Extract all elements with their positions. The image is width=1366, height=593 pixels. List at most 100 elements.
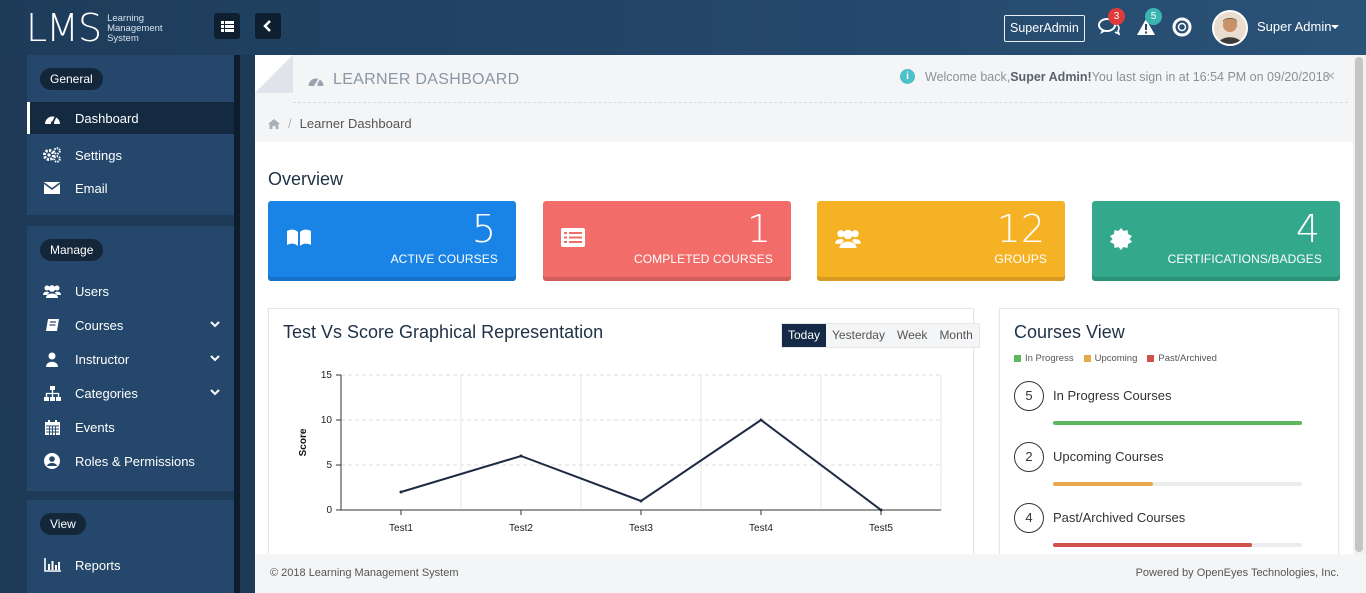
y-tick-label: 15 — [321, 370, 333, 381]
stat-label: GROUPS — [994, 252, 1047, 266]
user-circle-icon — [43, 452, 61, 470]
range-tabs: Today Yesterday Week Month — [781, 323, 980, 348]
course-progress-bar — [1053, 482, 1302, 486]
main-scrollbar[interactable] — [1353, 55, 1366, 555]
score-line-chart: 0 5 10 15 Test1 Test2 Test3 Test4 Test5 Score — [298, 370, 942, 534]
legend-swatch — [1014, 355, 1021, 362]
courses-legend: In Progress Upcoming Past/Archived — [1014, 353, 1227, 364]
sidebar-item-categories[interactable]: Categories — [27, 377, 234, 409]
sidebar-group-view: View Reports — [27, 500, 235, 593]
alerts-button[interactable]: 5 — [1135, 8, 1162, 38]
logo-text: LMS — [26, 6, 102, 50]
sidebar-item-reports[interactable]: Reports — [27, 549, 234, 581]
stat-card-groups[interactable]: 12 GROUPS — [817, 201, 1065, 281]
sidebar-scrollbar[interactable] — [234, 55, 240, 593]
close-icon[interactable]: × — [1326, 68, 1335, 86]
x-tick-label: Test3 — [629, 523, 653, 534]
tab-week[interactable]: Week — [890, 324, 934, 347]
role-badge[interactable]: SuperAdmin — [1004, 15, 1085, 42]
stat-value: 12 — [996, 207, 1045, 251]
course-progress-bar — [1053, 543, 1302, 547]
alerts-count-badge: 5 — [1145, 8, 1162, 25]
top-bar: LMS Learning Management System SuperAdmi… — [0, 0, 1366, 55]
y-tick-label: 0 — [326, 505, 332, 516]
sidebar: General Dashboard Settings Email Manage — [0, 55, 240, 593]
stat-label: ACTIVE COURSES — [390, 252, 498, 266]
user-menu-name[interactable]: Super Admin — [1257, 19, 1331, 34]
chevron-down-icon[interactable] — [210, 355, 220, 362]
sidebar-group-label: View — [40, 513, 86, 535]
legend-item: In Progress — [1014, 353, 1074, 364]
sidebar-item-roles-permissions[interactable]: Roles & Permissions — [27, 445, 234, 477]
logo-subtitle: Learning Management System — [107, 14, 162, 44]
avatar[interactable] — [1212, 10, 1248, 46]
data-point — [759, 418, 763, 422]
sidebar-item-settings[interactable]: Settings — [27, 139, 234, 171]
courses-view-panel: Courses View In Progress Upcoming Past/A… — [999, 308, 1339, 558]
legend-label: Upcoming — [1094, 353, 1138, 364]
caret-down-icon[interactable] — [1331, 25, 1339, 29]
info-icon: i — [900, 69, 915, 84]
messages-button[interactable]: 3 — [1098, 8, 1125, 38]
sidebar-item-label: Instructor — [75, 351, 130, 367]
tab-today[interactable]: Today — [782, 324, 827, 347]
help-button[interactable] — [1171, 16, 1193, 38]
logo-subtitle-line-3: System — [107, 33, 139, 44]
chevron-down-icon[interactable] — [210, 321, 220, 328]
sidebar-item-instructor[interactable]: Instructor — [27, 343, 234, 375]
course-row-upcoming[interactable]: 2 Upcoming Courses — [1014, 442, 1304, 502]
course-count: 4 — [1014, 503, 1044, 533]
tab-yesterday[interactable]: Yesterday — [826, 324, 891, 347]
sidebar-item-dashboard[interactable]: Dashboard — [27, 102, 234, 134]
sidebar-group-label: General — [40, 68, 103, 90]
home-icon[interactable] — [268, 118, 280, 129]
scrollbar-thumb[interactable] — [1355, 57, 1363, 552]
stat-label: COMPLETED COURSES — [633, 252, 773, 266]
sidebar-item-label: Email — [75, 180, 108, 196]
sidebar-item-email[interactable]: Email — [27, 172, 234, 204]
data-point — [879, 508, 883, 512]
y-axis-label: Score — [298, 428, 309, 456]
sidebar-group-label: Manage — [40, 239, 104, 261]
tab-month[interactable]: Month — [933, 324, 979, 347]
course-progress-fill — [1053, 482, 1153, 486]
footer-powered-by[interactable]: Powered by OpenEyes Technologies, Inc. — [1136, 567, 1339, 579]
collapse-button[interactable] — [255, 13, 281, 39]
course-progress-fill — [1053, 543, 1253, 547]
stat-value: 5 — [471, 207, 496, 251]
course-label: Upcoming Courses — [1053, 449, 1164, 464]
stat-card-active-courses[interactable]: 5 ACTIVE COURSES — [268, 201, 516, 281]
sidebar-toggle-button[interactable] — [214, 13, 240, 39]
breadcrumb: / Learner Dashboard — [268, 116, 412, 131]
sidebar-item-events[interactable]: Events — [27, 411, 234, 443]
open-book-icon — [287, 229, 311, 246]
sidebar-item-label: Roles & Permissions — [75, 453, 195, 469]
stat-card-certifications[interactable]: 4 CERTIFICATIONS/BADGES — [1092, 201, 1340, 281]
stat-card-completed-courses[interactable]: 1 COMPLETED COURSES — [543, 201, 791, 281]
sidebar-item-courses[interactable]: Courses — [27, 309, 234, 341]
sidebar-item-users[interactable]: Users — [27, 275, 234, 307]
sidebar-item-label: Dashboard — [75, 110, 139, 126]
stat-value: 4 — [1295, 207, 1320, 251]
bar-chart-icon — [43, 556, 61, 574]
x-tick-label: Test2 — [509, 523, 533, 534]
footer: © 2018 Learning Management System Powere… — [255, 554, 1366, 593]
stat-label: CERTIFICATIONS/BADGES — [1167, 252, 1322, 266]
list-alt-icon — [561, 228, 585, 247]
page-header: LEARNER DASHBOARD i Welcome back, Super A… — [255, 55, 1366, 142]
panel-title: Courses View — [1014, 322, 1125, 342]
legend-item: Upcoming — [1083, 353, 1138, 364]
sidebar-item-label: Settings — [75, 147, 122, 163]
legend-swatch — [1147, 355, 1155, 362]
overview-title: Overview — [268, 169, 344, 189]
dashboard-body: Overview 5 ACTIVE COURSES 1 COMPLETED CO… — [255, 142, 1353, 558]
y-tick-label: 10 — [321, 415, 333, 426]
course-row-in-progress[interactable]: 5 In Progress Courses — [1014, 381, 1304, 441]
user-photo-icon — [1214, 12, 1246, 44]
brand-logo[interactable]: LMS Learning Management System — [26, 8, 163, 48]
chevron-down-icon[interactable] — [210, 389, 220, 396]
course-count: 2 — [1014, 442, 1044, 472]
users-icon — [43, 282, 61, 300]
user-icon — [43, 350, 61, 368]
course-label: In Progress Courses — [1053, 388, 1172, 403]
